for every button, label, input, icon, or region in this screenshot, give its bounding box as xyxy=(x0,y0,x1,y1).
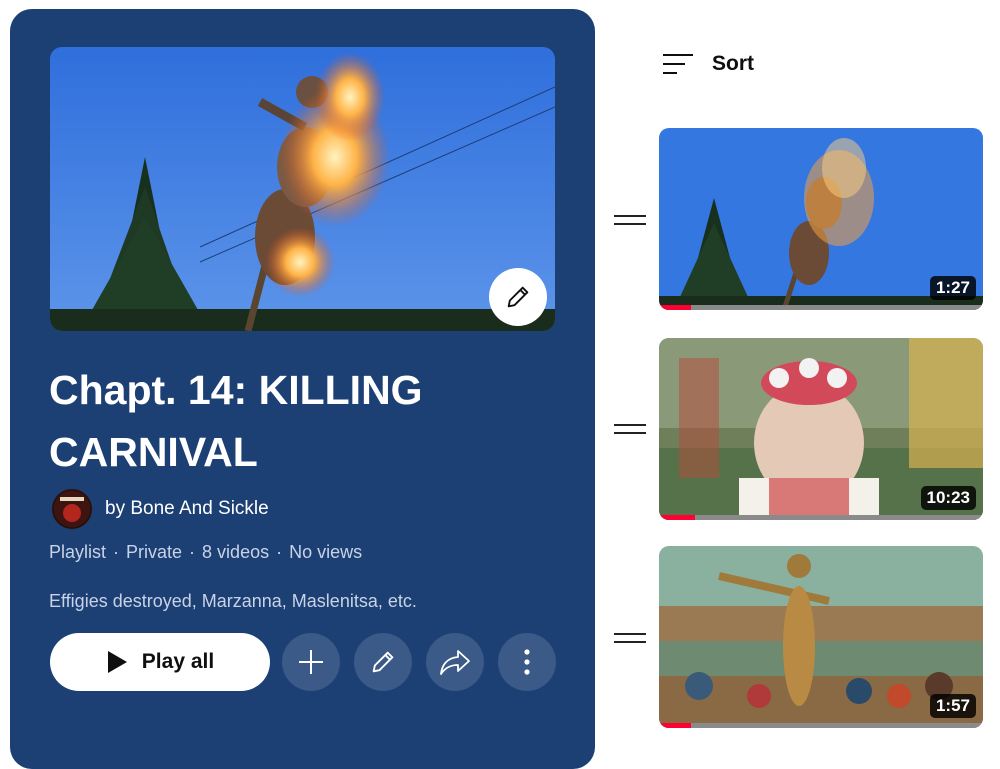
video-thumbnail[interactable]: 1:27 xyxy=(659,128,983,310)
sort-button[interactable]: Sort xyxy=(662,52,754,76)
meta-privacy: Private xyxy=(126,542,183,562)
play-icon xyxy=(107,651,127,673)
watch-progress-track xyxy=(659,723,983,728)
watch-progress-track xyxy=(659,305,983,310)
playlist-owner[interactable]: by Bone And Sickle xyxy=(52,489,269,529)
share-icon xyxy=(440,650,470,675)
sort-icon xyxy=(663,54,693,74)
play-all-label: Play all xyxy=(141,650,215,673)
watch-progress-track xyxy=(659,515,983,520)
meta-type: Playlist xyxy=(49,542,107,562)
meta-separator: · xyxy=(276,542,283,562)
playlist-hero-thumbnail[interactable] xyxy=(50,47,555,331)
edit-thumbnail-button[interactable] xyxy=(489,268,547,326)
edit-playlist-button[interactable] xyxy=(354,633,412,691)
add-to-playlist-button[interactable] xyxy=(282,633,340,691)
more-vert-icon xyxy=(524,649,530,675)
meta-separator: · xyxy=(189,542,196,562)
watch-progress-fill xyxy=(659,723,692,728)
channel-logo xyxy=(54,491,90,527)
video-duration: 1:57 xyxy=(929,694,976,718)
more-options-button[interactable] xyxy=(498,633,556,691)
video-duration: 1:27 xyxy=(929,276,976,300)
burning-effigy-image xyxy=(50,47,555,331)
video-duration: 10:23 xyxy=(920,486,976,510)
watch-progress-fill xyxy=(659,515,695,520)
video-thumbnail[interactable]: 1:57 xyxy=(659,546,983,728)
play-all-button[interactable]: Play all xyxy=(50,633,270,691)
meta-video-count: 8 videos xyxy=(202,542,270,562)
add-icon xyxy=(299,650,323,674)
sort-label: Sort xyxy=(712,52,754,75)
owner-name[interactable]: by Bone And Sickle xyxy=(105,498,269,520)
playlist-header-panel: Chapt. 14: KILLING CARNIVAL by Bone And … xyxy=(10,9,595,769)
share-playlist-button[interactable] xyxy=(426,633,484,691)
channel-avatar[interactable] xyxy=(52,489,92,529)
playlist-title: Chapt. 14: KILLING CARNIVAL xyxy=(49,367,423,475)
playlist-meta: Playlist · Private · 8 videos · No views xyxy=(49,542,362,563)
meta-views: No views xyxy=(289,542,363,562)
pencil-icon xyxy=(372,651,394,673)
playlist-description[interactable]: Effigies destroyed, Marzanna, Maslenitsa… xyxy=(49,591,417,612)
drag-handle-icon[interactable] xyxy=(614,422,646,436)
drag-handle-icon[interactable] xyxy=(614,213,646,227)
watch-progress-fill xyxy=(659,305,692,310)
drag-handle-icon[interactable] xyxy=(614,631,646,645)
pencil-icon xyxy=(507,286,529,308)
meta-separator: · xyxy=(113,542,120,562)
video-thumbnail[interactable]: 10:23 xyxy=(659,338,983,520)
